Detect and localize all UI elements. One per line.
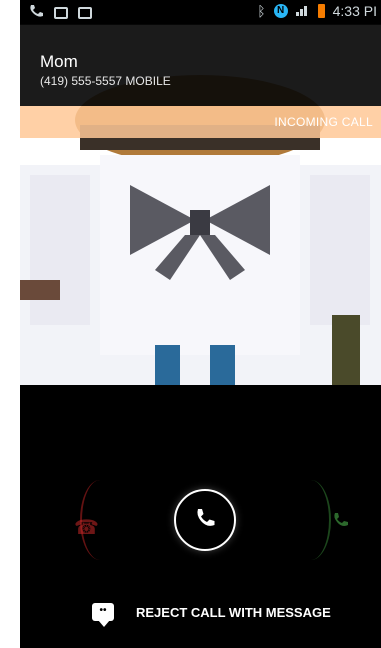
battery-icon bbox=[317, 4, 325, 18]
nfc-icon: N bbox=[273, 4, 288, 18]
answer-handle[interactable] bbox=[174, 489, 236, 551]
accept-call-icon[interactable] bbox=[331, 511, 349, 534]
caller-number: (419) 555-5557 bbox=[40, 74, 123, 88]
incoming-call-banner: INCOMING CALL bbox=[20, 106, 381, 138]
status-left-icons bbox=[28, 4, 92, 21]
caller-number-line: (419) 555-5557 MOBILE bbox=[40, 74, 171, 88]
incoming-call-screen: ᛒ N 4:33 PI Mom (419) 555-5557 MOBILE IN… bbox=[20, 0, 381, 648]
phone-handset-icon bbox=[193, 506, 217, 535]
mail-icon bbox=[54, 6, 68, 19]
accept-target-arc bbox=[291, 480, 331, 560]
caller-info: Mom (419) 555-5557 MOBILE bbox=[20, 24, 381, 106]
call-controls: ☎ •• REJECT CALL WITH MESSAGE bbox=[20, 385, 381, 648]
reject-with-message-button[interactable]: •• REJECT CALL WITH MESSAGE bbox=[92, 603, 331, 627]
caller-name: Mom bbox=[40, 52, 78, 71]
status-bar: ᛒ N 4:33 PI bbox=[20, 0, 381, 24]
incoming-call-label: INCOMING CALL bbox=[274, 115, 373, 129]
message-icon: •• bbox=[92, 603, 114, 627]
caller-number-type: MOBILE bbox=[125, 74, 171, 88]
reject-call-icon[interactable]: ☎ bbox=[74, 515, 99, 540]
reject-with-message-label: REJECT CALL WITH MESSAGE bbox=[136, 604, 331, 620]
signal-icon bbox=[295, 3, 310, 19]
phone-icon bbox=[28, 4, 44, 21]
bluetooth-icon: ᛒ bbox=[257, 3, 266, 19]
status-time: 4:33 PI bbox=[332, 3, 377, 19]
image-icon bbox=[78, 6, 92, 19]
status-right-icons: ᛒ N 4:33 PI bbox=[257, 3, 377, 19]
